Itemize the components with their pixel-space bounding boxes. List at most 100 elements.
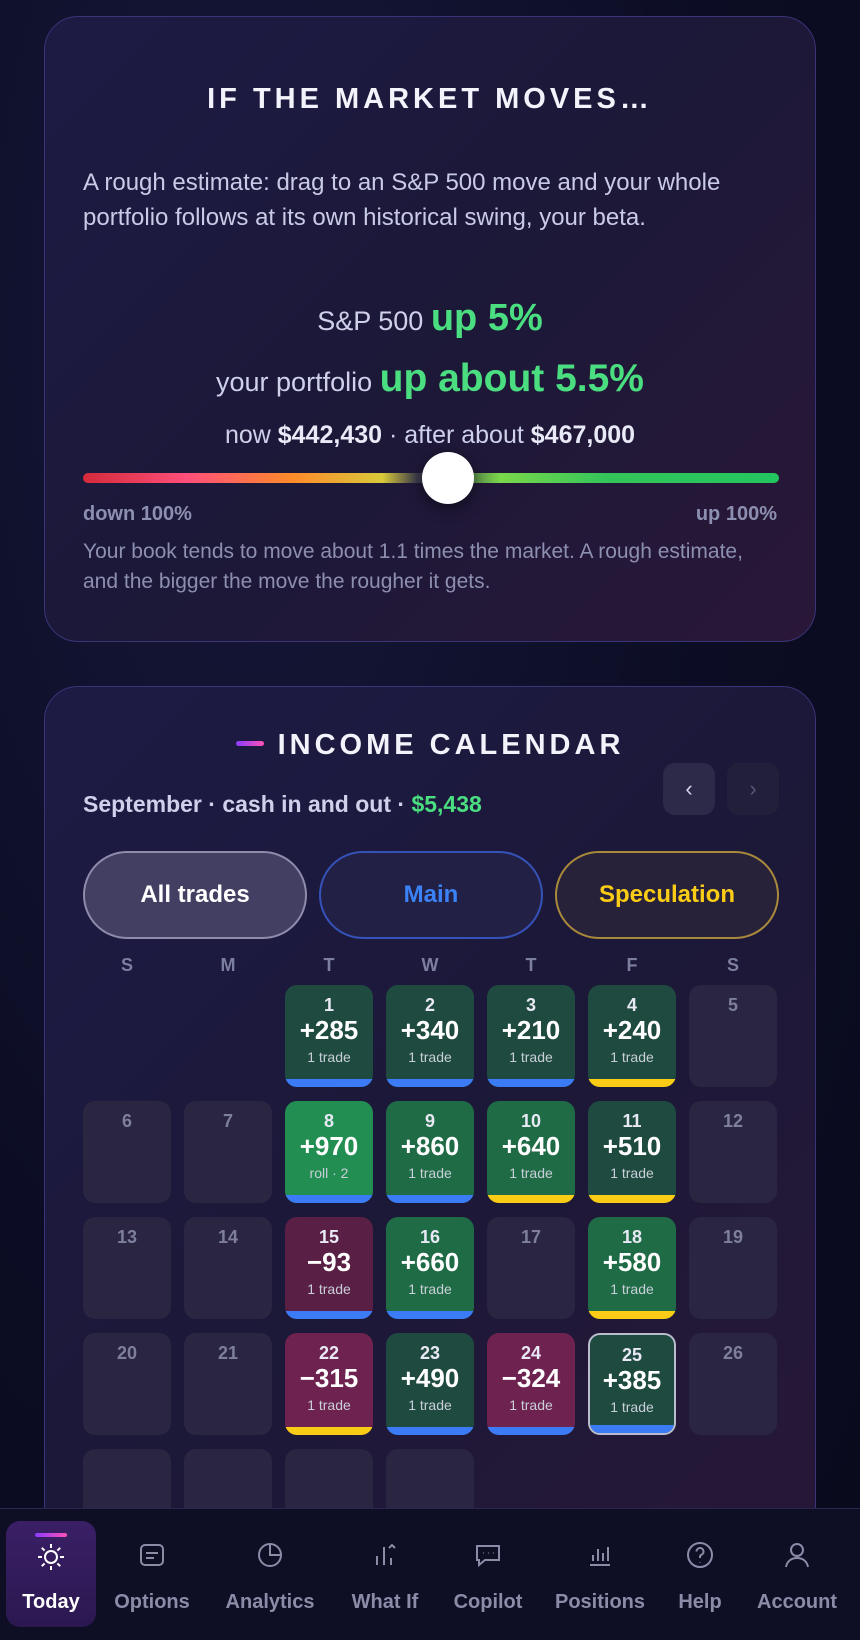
calendar-day-21[interactable]: 21 [184,1333,272,1435]
day-number: 26 [722,1343,744,1363]
calendar-day-6[interactable]: 6 [83,1101,171,1203]
day-number: 24 [520,1343,542,1363]
tab-label: Options [114,1591,190,1613]
speculation-bar [285,1427,373,1435]
calendar-day-11[interactable]: 11 +510 1 trade [588,1101,676,1203]
calendar-day-23[interactable]: 23 +490 1 trade [386,1333,474,1435]
day-amount: +860 [400,1131,460,1161]
day-number: 9 [424,1111,435,1131]
main-account-bar [386,1079,474,1087]
month-summary-label: September · cash in and out · [83,791,406,817]
calendar-day-8[interactable]: 8 +970 roll · 2 [285,1101,373,1203]
day-trade-count: roll · 2 [309,1165,349,1181]
portfolio-label: your portfolio [216,367,373,397]
day-trade-count: 1 trade [408,1397,452,1413]
tab-account[interactable]: Account [752,1509,842,1640]
day-number: 11 [622,1111,642,1131]
day-amount: −93 [306,1247,352,1277]
bottom-tab-bar: Today Options Analytics What If Copilot … [0,1508,860,1640]
after-label: · after about [389,421,524,449]
tab-today[interactable]: Today [6,1521,96,1627]
calendar-day-19[interactable]: 19 [689,1217,777,1319]
calendar-day-4[interactable]: 4 +240 1 trade [588,985,676,1087]
day-number: 14 [217,1227,239,1247]
main-account-bar [487,1427,575,1435]
main-account-bar [386,1311,474,1319]
market-move-title: IF THE MARKET MOVES… [207,83,653,115]
tab-copilot[interactable]: Copilot [446,1509,530,1640]
day-number: 12 [722,1111,744,1131]
main-account-bar [386,1195,474,1203]
calendar-day-22[interactable]: 22 −315 1 trade [285,1333,373,1435]
day-number: 8 [323,1111,334,1131]
day-amount: −315 [299,1363,359,1393]
weekday-header: W [421,955,439,975]
user-icon [781,1539,813,1571]
calendar-day-18[interactable]: 18 +580 1 trade [588,1217,676,1319]
calendar-day-9[interactable]: 9 +860 1 trade [386,1101,474,1203]
calendar-day-7[interactable]: 7 [184,1101,272,1203]
calendar-day-25-selected[interactable]: 25 +385 1 trade [588,1333,676,1435]
tab-analytics[interactable]: Analytics [216,1509,324,1640]
positions-bars-icon [584,1539,616,1571]
calendar-day-1[interactable]: 1 +285 1 trade [285,985,373,1087]
calendar-day-2[interactable]: 2 +340 1 trade [386,985,474,1087]
market-move-card: IF THE MARKET MOVES… A rough estimate: d… [44,16,816,642]
tab-help[interactable]: Help [664,1509,736,1640]
day-number: 1 [323,995,334,1015]
day-number: 3 [525,995,536,1015]
calendar-day-15[interactable]: 15 −93 1 trade [285,1217,373,1319]
day-trade-count: 1 trade [408,1281,452,1297]
day-number: 16 [419,1227,441,1247]
day-trade-count: 1 trade [307,1397,351,1413]
filter-all-trades[interactable]: All trades [83,851,307,939]
day-number: 17 [520,1227,542,1247]
main-account-bar [285,1311,373,1319]
main-account-bar [590,1425,674,1433]
day-amount: +240 [602,1015,662,1045]
calendar-day-24[interactable]: 24 −324 1 trade [487,1333,575,1435]
calendar-day-16[interactable]: 16 +660 1 trade [386,1217,474,1319]
portfolio-move-line: your portfolio up about 5.5% [45,357,815,401]
active-tab-indicator [35,1533,67,1537]
income-calendar-title-text: INCOME CALENDAR [277,729,625,761]
calendar-day-13[interactable]: 13 [83,1217,171,1319]
market-move-slider-thumb[interactable] [422,452,475,504]
filter-speculation[interactable]: Speculation [555,851,779,939]
tab-positions[interactable]: Positions [552,1509,648,1640]
tab-what-if[interactable]: What If [340,1509,430,1640]
calendar-day-3[interactable]: 3 +210 1 trade [487,985,575,1087]
day-amount: +640 [501,1131,561,1161]
calendar-day-26[interactable]: 26 [689,1333,777,1435]
calendar-day-12[interactable]: 12 [689,1101,777,1203]
weekday-header: S [120,955,133,975]
sp500-move-line: S&P 500 up 5% [45,297,815,340]
main-account-bar [386,1427,474,1435]
chevron-right-icon: › [749,776,757,801]
calendar-day-10[interactable]: 10 +640 1 trade [487,1101,575,1203]
calendar-day-20[interactable]: 20 [83,1333,171,1435]
day-amount: +285 [299,1015,359,1045]
speculation-bar [588,1311,676,1319]
filter-main[interactable]: Main [319,851,543,939]
main-account-bar [487,1079,575,1087]
portfolio-move-value: up about 5.5% [379,357,644,400]
bar-chart-sparkle-icon [369,1539,401,1571]
day-trade-count: 1 trade [408,1165,452,1181]
market-move-intro: A rough estimate: drag to an S&P 500 mov… [83,169,721,231]
tab-options[interactable]: Options [104,1509,200,1640]
income-calendar-title: INCOME CALENDAR [45,729,815,762]
prev-month-button[interactable]: ‹ [663,763,715,815]
calendar-day-17[interactable]: 17 [487,1217,575,1319]
weekday-header: F [626,955,638,975]
day-number: 23 [419,1343,441,1363]
main-account-bar [285,1079,373,1087]
next-month-button[interactable]: › [727,763,779,815]
day-amount: +385 [602,1365,662,1395]
chat-bubble-icon [472,1539,504,1571]
calendar-day-14[interactable]: 14 [184,1217,272,1319]
sp500-move-value: up 5% [430,297,543,339]
after-value: $467,000 [530,421,636,449]
calendar-day-5[interactable]: 5 [689,985,777,1087]
day-number: 22 [318,1343,340,1363]
